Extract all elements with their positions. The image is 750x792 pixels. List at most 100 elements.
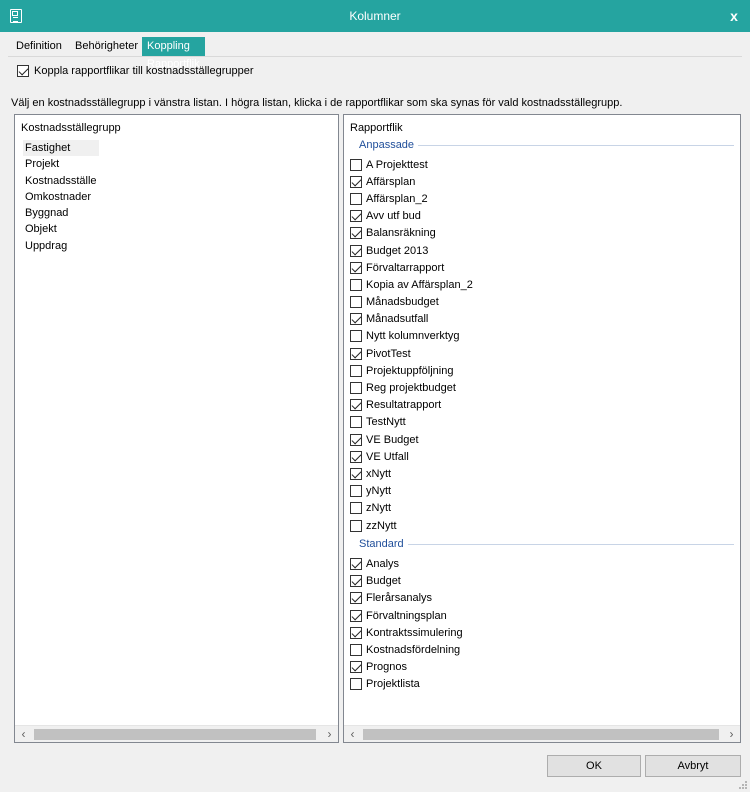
item-checkbox[interactable] [350,592,362,605]
list-item[interactable]: Fastighet [23,140,99,157]
report-tab-list[interactable]: Rapportflik Anpassade A Projekttest Affärs… [343,114,741,743]
checklist-item[interactable]: Avv utf bud [350,208,473,225]
item-checkbox[interactable] [350,519,362,532]
checklist-item[interactable]: Kopia av Affärsplan_2 [350,276,473,293]
window-title: Kolumner [349,9,401,23]
list-item[interactable]: Kostnadsställe [23,173,99,189]
item-label: zNytt [366,502,392,515]
item-checkbox[interactable] [350,313,362,326]
checklist-item[interactable]: zzNytt [350,517,473,534]
checklist-item[interactable]: Affärsplan_2 [350,190,473,207]
checklist-item[interactable]: Förvaltarrapport [350,259,473,276]
checklist-item[interactable]: Projektlista [350,676,463,693]
resize-grip-icon[interactable] [737,779,747,789]
list-header: Rapportflik [350,122,403,134]
checklist-item[interactable]: A Projekttest [350,156,473,173]
scroll-thumb[interactable] [363,729,719,740]
item-checkbox[interactable] [350,575,362,588]
item-checkbox[interactable] [350,347,362,360]
item-checkbox[interactable] [350,609,362,622]
list-item[interactable]: Omkostnader [23,189,99,205]
checklist-item[interactable]: Balansräkning [350,225,473,242]
checklist-item[interactable]: Nytt kolumnverktyg [350,328,473,345]
checklist-item[interactable]: VE Budget [350,431,473,448]
item-checkbox[interactable] [350,296,362,309]
item-checkbox[interactable] [350,502,362,515]
dialog-window: Kolumner x Definition Behörigheter Koppl… [0,0,750,792]
scroll-right-icon[interactable]: › [723,726,740,743]
ok-button[interactable]: OK [547,755,641,777]
checklist-item[interactable]: Resultatrapport [350,397,473,414]
list-item[interactable]: Uppdrag [23,238,99,254]
checklist-item[interactable]: Budget 2013 [350,242,473,259]
scroll-right-icon[interactable]: › [321,726,338,743]
checklist-item[interactable]: Kostnadsfördelning [350,641,463,658]
scroll-left-icon[interactable]: ‹ [344,726,361,743]
item-checkbox[interactable] [350,643,362,656]
instruction-text: Välj en kostnadsställegrupp i vänstra li… [11,97,623,109]
group-title: Standard [359,538,404,551]
item-checkbox[interactable] [350,557,362,570]
tab-behorigheter[interactable]: Behörigheter [70,37,143,56]
item-label: Affärsplan_2 [366,192,428,205]
checklist-item[interactable]: Månadsbudget [350,294,473,311]
item-checkbox[interactable] [350,626,362,639]
checklist-item[interactable]: xNytt [350,465,473,482]
group-items: Analys Budget Flerårsanalys Förvaltningspla… [350,555,463,693]
checklist-item[interactable]: Prognos [350,659,463,676]
checklist-item[interactable]: PivotTest [350,345,473,362]
item-checkbox[interactable] [350,399,362,412]
item-checkbox[interactable] [350,278,362,291]
item-checkbox[interactable] [350,382,362,395]
checklist-item[interactable]: zNytt [350,500,473,517]
item-label: yNytt [366,485,392,498]
cost-center-group-list[interactable]: Kostnadsställegrupp Fastighet Projekt Kost… [14,114,339,743]
tab-koppling-rapportflik[interactable]: Koppling Rapportflik [142,37,205,70]
item-checkbox[interactable] [350,210,362,223]
item-checkbox[interactable] [350,433,362,446]
checklist-item[interactable]: Kontraktssimulering [350,624,463,641]
checklist-item[interactable]: Förvaltningsplan [350,607,463,624]
list-item[interactable]: Projekt [23,156,99,172]
list-item[interactable]: Objekt [23,221,99,237]
item-checkbox[interactable] [350,364,362,377]
checklist-item[interactable]: Budget [350,573,463,590]
link-checkbox-row[interactable]: Koppla rapportflikar till kostnadsställe… [17,64,254,78]
item-checkbox[interactable] [350,467,362,480]
checklist-item[interactable]: Projektuppföljning [350,362,473,379]
item-checkbox[interactable] [350,261,362,274]
item-checkbox[interactable] [350,175,362,188]
close-icon[interactable]: x [724,7,744,25]
checklist-item[interactable]: Flerårsanalys [350,590,463,607]
item-label: Balansräkning [366,227,436,240]
item-checkbox[interactable] [350,192,362,205]
tab-definition[interactable]: Definition [11,37,67,56]
item-checkbox[interactable] [350,661,362,674]
scroll-thumb[interactable] [34,729,316,740]
checklist-item[interactable]: VE Utfall [350,448,473,465]
item-checkbox[interactable] [350,416,362,429]
item-label: Projektuppföljning [366,364,454,377]
checklist-item[interactable]: Reg projektbudget [350,379,473,396]
item-checkbox[interactable] [350,678,362,691]
item-checkbox[interactable] [350,158,362,171]
tab-divider [8,56,742,57]
item-label: Budget 2013 [366,244,429,257]
scroll-left-icon[interactable]: ‹ [15,726,32,743]
checklist-item[interactable]: Analys [350,555,463,572]
item-checkbox[interactable] [350,450,362,463]
item-checkbox[interactable] [350,485,362,498]
checklist-item[interactable]: Affärsplan [350,173,473,190]
list-item[interactable]: Byggnad [23,205,99,221]
checklist-item[interactable]: Månadsutfall [350,311,473,328]
checklist-item[interactable]: TestNytt [350,414,473,431]
checklist-item[interactable]: yNytt [350,483,473,500]
item-checkbox[interactable] [350,330,362,343]
item-checkbox[interactable] [350,227,362,240]
horizontal-scrollbar[interactable]: ‹ › [15,725,338,742]
horizontal-scrollbar[interactable]: ‹ › [344,725,740,742]
link-checkbox[interactable] [17,65,29,77]
item-checkbox[interactable] [350,244,362,257]
cancel-button[interactable]: Avbryt [645,755,741,777]
item-label: Månadsutfall [366,313,429,326]
